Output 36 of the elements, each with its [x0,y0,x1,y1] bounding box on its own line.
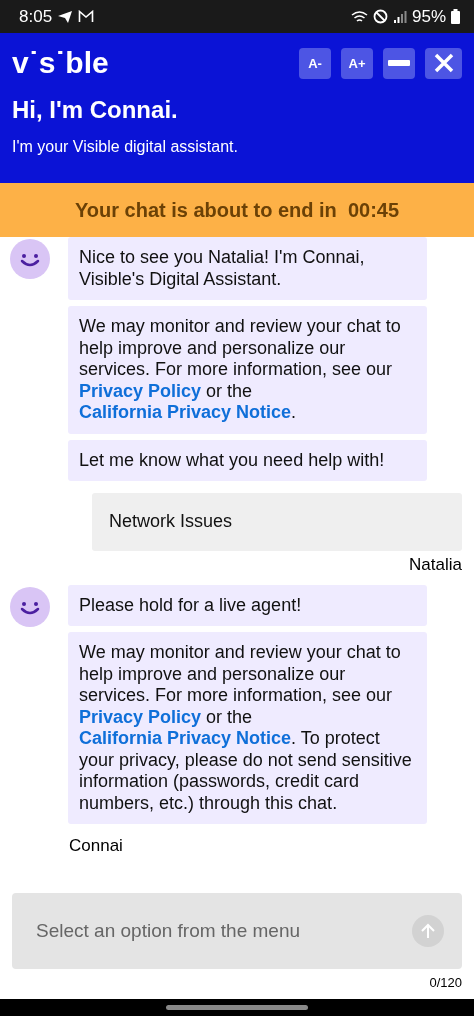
sender-name: Natalia [409,554,462,574]
sender-name: Connai [69,836,123,855]
message-text: Nice to see you Natalia! I'm Connai, Visible's Digital Assistant. [79,247,366,290]
message-input[interactable]: Select an option from the menu [34,919,412,943]
message-text: We may monitor and review your chat to help improve and personalize our services. For more information, see our Privacy Policy or the California Privacy Notice. [79,316,402,424]
minimize-button[interactable] [383,47,415,79]
link[interactable]: California Privacy Notice [79,402,292,422]
battery-icon [451,9,460,24]
message-field[interactable]: Select an option from the menu [12,893,462,969]
link[interactable]: Privacy Policy [79,706,202,727]
font-size-button[interactable]: A+ [341,47,373,79]
status-time: 8:05 [19,6,53,27]
minimize-icon [388,60,410,66]
link[interactable]: California Privacy Notice [79,728,292,748]
bot-avatar-icon [10,239,50,279]
countdown-text: Your chat is about to end in 00:45 [74,198,400,222]
battery-level: 95% [411,6,446,27]
font-size-button[interactable]: A- [299,47,331,79]
logo: v˙s˙ble [12,46,109,80]
arrow-up-icon [419,922,437,940]
greeting-title: Hi, I'm Connai. [12,96,179,124]
message-text: We may monitor and review your chat to help improve and personalize our services. For more information, see our Privacy Policy or the California Privacy Notice. To protect your privacy, please do not send sensitive information (passwords, credit card numbers, etc.) through this chat. [79,642,413,814]
assistant-subtitle: I'm your Visible digital assistant. [12,138,239,156]
signal-icon [392,10,407,23]
wifi-icon [350,9,368,24]
link[interactable]: Privacy Policy [79,380,202,401]
bot-avatar-icon [10,586,50,627]
send-icon [57,9,74,24]
mail-icon [78,10,95,23]
message-text: Let me know what you need help with! [79,449,386,471]
close-button[interactable] [425,47,462,79]
close-icon [433,53,454,73]
character-counter: 0/120 [429,975,462,990]
blocked-icon [372,9,388,24]
message-text: Please hold for a live agent! [79,594,303,616]
message-text: Network Issues [109,511,234,533]
